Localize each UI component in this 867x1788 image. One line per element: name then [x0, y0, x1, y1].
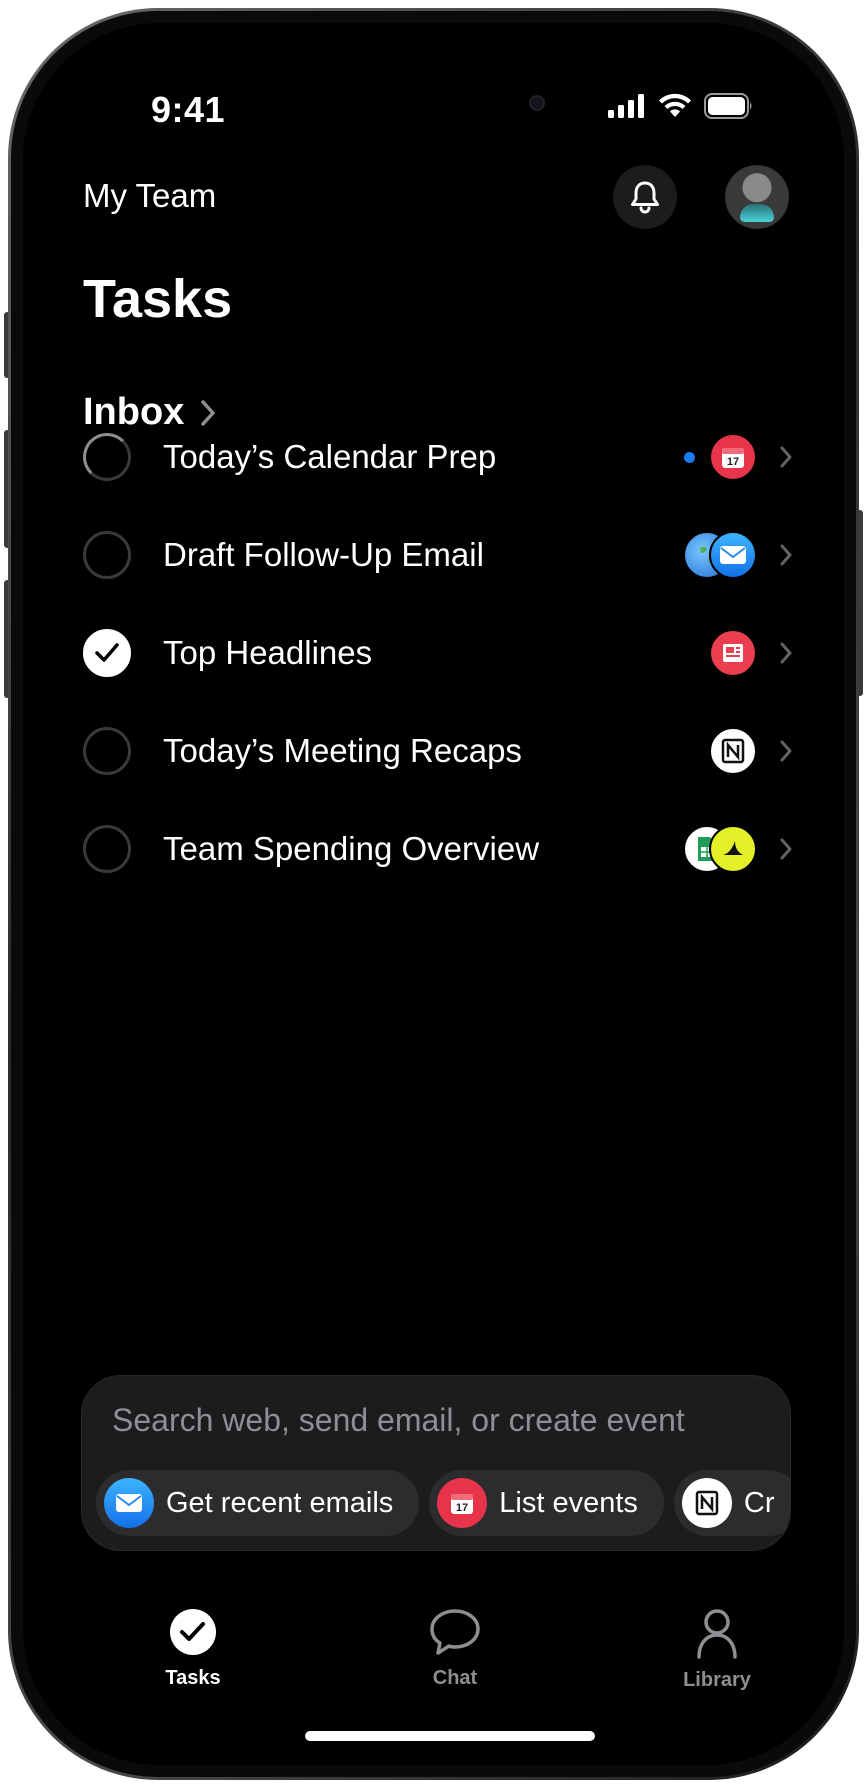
chat-bubble-icon — [430, 1609, 480, 1655]
wifi-icon — [659, 93, 691, 117]
person-icon — [697, 1609, 737, 1659]
task-title: Top Headlines — [163, 634, 373, 671]
task-meta: 17 — [684, 433, 793, 481]
calendar-icon: 17 — [437, 1478, 488, 1528]
phone-frame: 9:41 My Team Tasks Inbox Today’s Calenda… — [8, 8, 859, 1780]
checkmark-icon — [95, 643, 119, 662]
tab-label: Tasks — [165, 1667, 221, 1689]
composer-input[interactable] — [112, 1402, 762, 1439]
task-meta — [709, 629, 793, 677]
task-checkbox[interactable] — [83, 727, 131, 775]
news-icon — [709, 629, 757, 677]
task-meta — [683, 825, 793, 873]
task-checkbox-checked[interactable] — [83, 629, 131, 677]
notion-icon — [681, 1478, 732, 1528]
task-row[interactable]: Today’s Calendar Prep 17 — [83, 417, 793, 497]
mail-icon — [104, 1478, 154, 1528]
chevron-right-icon — [780, 642, 792, 664]
task-row[interactable]: Today’s Meeting Recaps — [83, 711, 793, 791]
page-title: Tasks — [83, 269, 233, 329]
signal-icon — [608, 94, 644, 118]
task-checkbox[interactable] — [83, 825, 131, 873]
task-title: Draft Follow-Up Email — [163, 536, 484, 573]
task-app-icons — [709, 629, 757, 677]
battery-icon — [704, 93, 752, 119]
task-app-icons — [683, 531, 757, 579]
status-time: 9:41 — [151, 89, 226, 130]
notifications-button[interactable] — [613, 165, 677, 229]
suggestion-chips: Get recent emails 17 List events Cr — [96, 1470, 790, 1536]
chevron-right-icon — [780, 740, 792, 762]
mail-icon — [709, 531, 757, 579]
task-meta — [683, 531, 793, 579]
task-app-icons — [683, 825, 757, 873]
task-row[interactable]: Draft Follow-Up Email — [83, 515, 793, 595]
tab-chat[interactable]: Chat — [395, 1607, 515, 1690]
chevron-right-icon — [780, 446, 792, 468]
unread-dot — [684, 451, 695, 463]
chip-notion-create[interactable]: Cr — [673, 1470, 790, 1536]
screen: 9:41 My Team Tasks Inbox Today’s Calenda… — [23, 23, 844, 1765]
task-title: Today’s Meeting Recaps — [163, 732, 522, 769]
notion-icon — [709, 727, 757, 775]
check-circle-icon — [170, 1609, 216, 1655]
expense-icon — [709, 825, 757, 873]
phone-bezel: 9:41 My Team Tasks Inbox Today’s Calenda… — [11, 11, 856, 1777]
task-checkbox[interactable] — [83, 531, 131, 579]
task-row[interactable]: Team Spending Overview — [83, 809, 793, 889]
composer: Get recent emails 17 List events Cr — [81, 1375, 791, 1551]
bell-icon — [631, 181, 659, 214]
calendar-icon: 17 — [709, 433, 757, 481]
team-switcher[interactable]: My Team — [83, 177, 216, 215]
chip-get-recent-emails[interactable]: Get recent emails — [96, 1470, 420, 1536]
chip-label: Cr — [743, 1486, 775, 1519]
chevron-right-icon — [780, 838, 792, 860]
tab-label: Chat — [432, 1667, 478, 1689]
avatar[interactable] — [725, 165, 789, 229]
camera-icon — [529, 95, 545, 111]
home-indicator[interactable] — [305, 1731, 595, 1741]
tab-label: Library — [683, 1669, 751, 1691]
status-icons — [608, 93, 754, 119]
chip-label: Get recent emails — [166, 1486, 394, 1519]
task-app-icons: 17 — [709, 433, 757, 481]
task-row[interactable]: Top Headlines — [83, 613, 793, 693]
chevron-right-icon — [780, 544, 792, 566]
tab-tasks[interactable]: Tasks — [133, 1607, 253, 1690]
task-meta — [709, 727, 793, 775]
chip-list-events[interactable]: 17 List events — [429, 1470, 664, 1536]
tab-library[interactable]: Library — [657, 1607, 777, 1692]
task-app-icons — [709, 727, 757, 775]
chip-label: List events — [499, 1486, 638, 1519]
task-status-loading-icon[interactable] — [83, 433, 131, 481]
task-title: Today’s Calendar Prep — [163, 438, 497, 475]
svg-text:17: 17 — [456, 1502, 468, 1514]
svg-text:17: 17 — [727, 456, 739, 468]
task-title: Team Spending Overview — [163, 830, 540, 867]
